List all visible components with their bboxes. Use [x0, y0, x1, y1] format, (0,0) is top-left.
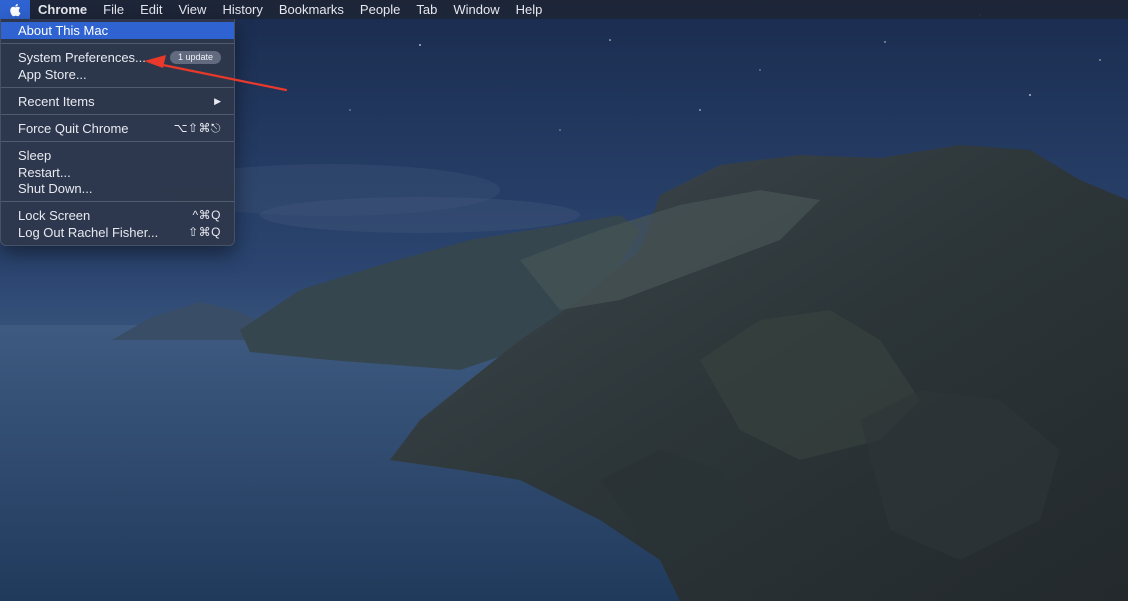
menu-history[interactable]: History: [214, 0, 270, 19]
about-this-mac-label: About This Mac: [18, 23, 109, 38]
submenu-arrow-icon: ▶: [214, 96, 221, 106]
lock-screen-shortcut: ^⌘Q: [192, 208, 221, 222]
system-preferences-label: System Preferences...: [18, 50, 146, 65]
desktop: Chrome File Edit View History Bookmarks …: [0, 0, 1128, 601]
menu-view[interactable]: View: [170, 0, 214, 19]
menu-bookmarks[interactable]: Bookmarks: [271, 0, 352, 19]
lock-screen-label: Lock Screen: [18, 208, 91, 223]
force-quit-shortcut: ⌥⇧⌘⎋: [173, 121, 221, 135]
menu-item-sleep[interactable]: Sleep: [5, 147, 230, 164]
menu-item-shut-down[interactable]: Shut Down...: [5, 180, 230, 197]
update-badge: 1 update: [169, 51, 221, 64]
menu-file[interactable]: File: [95, 0, 132, 19]
apple-logo-icon: [10, 3, 21, 16]
log-out-shortcut: ⇧⌘Q: [188, 225, 221, 239]
force-quit-label: Force Quit Chrome: [18, 121, 129, 136]
menu-bar: Chrome File Edit View History Bookmarks …: [0, 0, 1128, 19]
restart-label: Restart...: [18, 165, 71, 180]
shut-down-label: Shut Down...: [18, 181, 93, 196]
menu-separator: [1, 87, 234, 88]
menu-separator: [1, 141, 234, 142]
menu-item-restart[interactable]: Restart...: [5, 164, 230, 181]
menu-item-app-store[interactable]: App Store...: [5, 66, 230, 83]
menu-edit[interactable]: Edit: [132, 0, 170, 19]
menu-item-log-out[interactable]: Log Out Rachel Fisher... ⇧⌘Q: [5, 224, 230, 241]
menu-item-lock-screen[interactable]: Lock Screen ^⌘Q: [5, 207, 230, 224]
menu-item-force-quit[interactable]: Force Quit Chrome ⌥⇧⌘⎋: [5, 120, 230, 137]
menu-separator: [1, 114, 234, 115]
menu-separator: [1, 201, 234, 202]
app-store-label: App Store...: [18, 67, 87, 82]
menu-item-recent-items[interactable]: Recent Items ▶: [5, 93, 230, 110]
menu-separator: [1, 43, 234, 44]
sleep-label: Sleep: [18, 148, 52, 163]
menu-item-about-this-mac[interactable]: About This Mac: [1, 22, 234, 39]
apple-dropdown-menu: About This Mac System Preferences... 1 u…: [0, 19, 235, 246]
menu-item-system-preferences[interactable]: System Preferences... 1 update: [5, 49, 230, 66]
recent-items-label: Recent Items: [18, 94, 95, 109]
menu-help[interactable]: Help: [508, 0, 551, 19]
menu-tab[interactable]: Tab: [408, 0, 445, 19]
menu-window[interactable]: Window: [445, 0, 507, 19]
apple-menu-button[interactable]: [0, 0, 30, 19]
log-out-label: Log Out Rachel Fisher...: [18, 225, 159, 240]
menu-app-name[interactable]: Chrome: [30, 0, 95, 19]
menu-people[interactable]: People: [352, 0, 408, 19]
